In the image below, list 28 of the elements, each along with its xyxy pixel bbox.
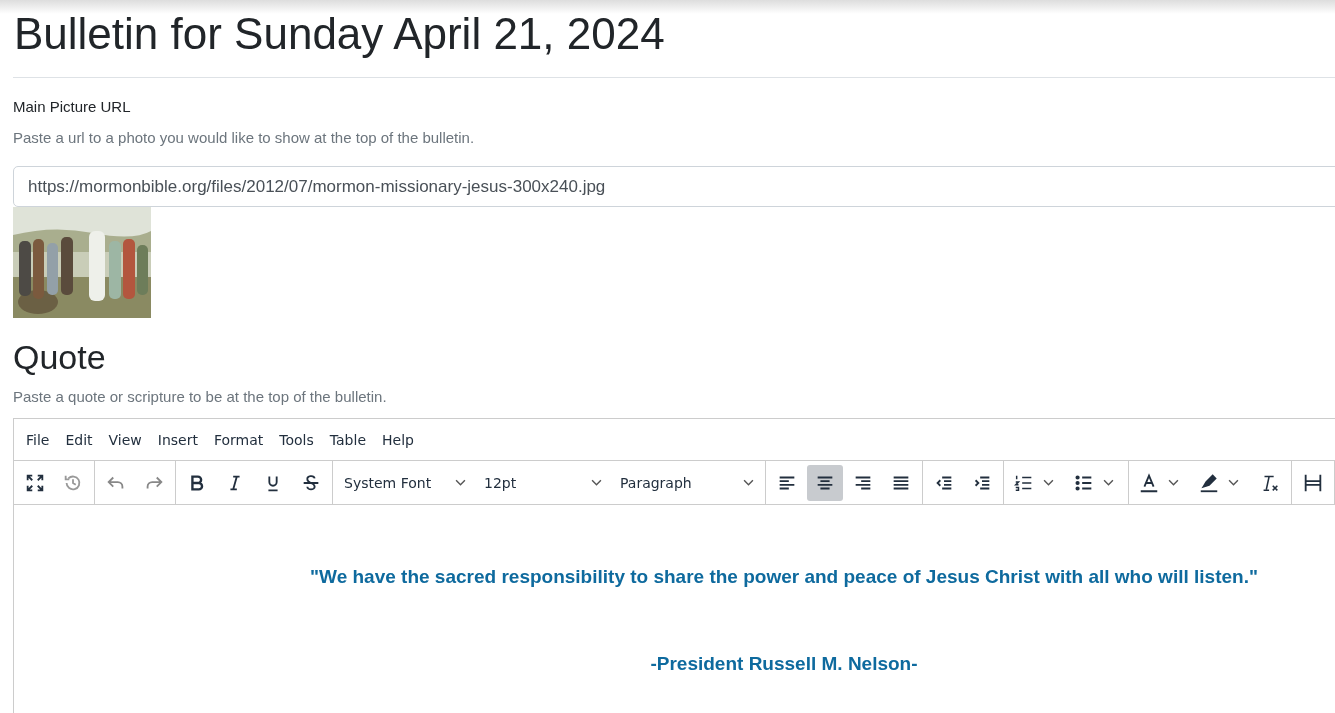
caret-icon [591, 479, 602, 486]
quote-text: "We have the sacred responsibility to share the power and peace of Jesus Christ with all who will listen." [309, 566, 1259, 588]
dropdown[interactable]: System Font [336, 464, 474, 501]
caret-icon [1228, 479, 1239, 486]
section-heading: Quote [13, 337, 107, 377]
menu-item[interactable]: Format [205, 431, 272, 448]
field-label: Main Picture URL [13, 98, 132, 115]
url-input-field[interactable]: https://mormonbible.org/files/2012/07/mormon-missionary-jesus-300x240.jpg [13, 166, 1335, 207]
menu-item[interactable]: Table [321, 431, 374, 448]
caret-icon [743, 479, 754, 486]
menu-item[interactable]: Tools [271, 431, 322, 448]
dropdown[interactable]: 12pt [476, 464, 610, 501]
caret-icon [1043, 479, 1054, 486]
menu-item[interactable]: Help [374, 431, 422, 448]
menu-item[interactable]: View [100, 431, 150, 448]
caret-icon [1103, 479, 1114, 486]
page-title: Bulletin for Sunday April 21, 2024 [14, 8, 666, 60]
quote-text: -President Russell M. Nelson- [649, 653, 919, 675]
help-text: Paste a url to a photo you would like to show at the top of the bulletin. [13, 129, 476, 146]
menu-item[interactable]: Edit [57, 431, 101, 448]
dropdown[interactable]: Paragraph [612, 464, 762, 501]
help-text: Paste a quote or scripture to be at the top of the bulletin. [13, 388, 388, 405]
aligncenter-button[interactable] [807, 464, 843, 501]
menu-item[interactable]: File [18, 431, 58, 448]
caret-icon [455, 479, 466, 486]
menu-item[interactable]: Insert [149, 431, 206, 448]
forecolor-icon [1138, 471, 1160, 494]
caret-icon [1168, 479, 1179, 486]
